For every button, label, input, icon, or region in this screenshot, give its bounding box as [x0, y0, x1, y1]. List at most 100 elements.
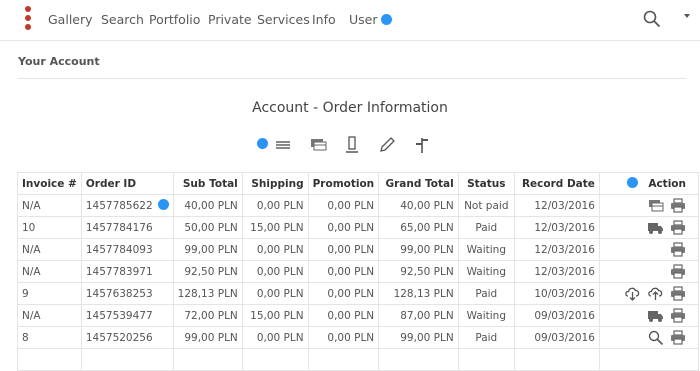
table-row[interactable]: N/A 1457785622 40,00 PLN 0,00 PLN 0,00 PLN 40… [17, 194, 700, 217]
table-row[interactable]: N/A 1457539477 72,00 PLN 15,00 PLN 0,00 PLN 8… [17, 304, 700, 327]
cell-order-id-text: 1457785622 [85, 200, 153, 212]
cell-record-date: 10/03/2016 [513, 282, 600, 305]
cell-record-date-text: 12/03/2016 [534, 243, 595, 256]
orders-table: Invoice # Order ID Sub Total Shipping Pr… [17, 172, 700, 371]
cell-actions [598, 282, 700, 305]
nav-gallery[interactable]: Gallery [48, 12, 93, 27]
printer-icon[interactable] [670, 242, 686, 257]
col-record-date[interactable]: Record Date [513, 172, 600, 195]
cell-promotion-text: 0,00 PLN [327, 221, 375, 234]
cell-invoice: 9 [17, 282, 82, 305]
cell-promotion-text: 0,00 PLN [327, 287, 375, 300]
printer-icon[interactable] [670, 220, 686, 235]
col-promotion[interactable]: Promotion [307, 172, 380, 195]
chevron-down-icon[interactable] [684, 14, 690, 18]
table-row[interactable] [17, 348, 700, 371]
list-icon[interactable] [274, 135, 292, 155]
col-order-id[interactable]: Order ID [80, 172, 174, 195]
nav-info[interactable]: Info [312, 12, 336, 27]
nav-user[interactable]: User [349, 12, 393, 27]
col-shipping[interactable]: Shipping [241, 172, 309, 195]
table-row[interactable]: 10 1457784176 50,00 PLN 15,00 PLN 0,00 PLN 65… [17, 216, 700, 239]
nav-portfolio[interactable]: Portfolio [149, 12, 200, 27]
cell-shipping-text: 15,00 PLN [250, 221, 304, 234]
cell-invoice-text: N/A [22, 243, 41, 256]
cell-order-id: 1457784176 [80, 216, 174, 239]
cloud-upload-icon[interactable] [647, 286, 664, 301]
card-icon[interactable] [648, 198, 664, 213]
printer-icon[interactable] [670, 198, 686, 213]
table-row[interactable]: N/A 1457784093 99,00 PLN 0,00 PLN 0,00 PLN 99… [17, 238, 700, 261]
action-dot [627, 177, 639, 188]
cell-grand-total-text: 65,00 PLN [400, 221, 454, 234]
cell-actions [598, 260, 700, 283]
search-icon[interactable] [648, 330, 664, 346]
cell-shipping: 15,00 PLN [241, 216, 309, 239]
cell-shipping-text: 0,00 PLN [256, 199, 304, 212]
cell-record-date: 12/03/2016 [513, 260, 600, 283]
printer-icon[interactable] [670, 330, 686, 345]
cell-sub-total-text: 99,00 PLN [184, 243, 238, 256]
cell-status: Waiting [457, 260, 515, 283]
cell-shipping-text: 0,00 PLN [256, 287, 304, 300]
cell-promotion: 0,00 PLN [307, 326, 380, 349]
col-grand-total[interactable]: Grand Total [378, 172, 459, 195]
cell-shipping-text: 0,00 PLN [256, 331, 304, 344]
cell-order-id: 1457520256 [80, 326, 174, 349]
cell-sub-total-text: 92,50 PLN [184, 265, 238, 278]
printer-icon[interactable] [670, 264, 686, 279]
top-navbar: Gallery Search Portfolio Private Service… [0, 0, 700, 41]
card-icon[interactable] [310, 135, 328, 155]
nav-services[interactable]: Services [257, 12, 310, 27]
phone-icon[interactable] [344, 135, 360, 155]
signpost-icon[interactable] [413, 135, 431, 155]
cell-promotion: 0,00 PLN [307, 260, 380, 283]
cell-invoice-text: 10 [22, 221, 36, 234]
table-row[interactable]: 9 1457638253 128,13 PLN 0,00 PLN 0,00 PLN 128… [17, 282, 700, 305]
printer-icon[interactable] [670, 286, 686, 301]
cloud-download-icon[interactable] [624, 286, 641, 301]
cell-promotion: 0,00 PLN [307, 194, 380, 217]
nav-private[interactable]: Private [208, 12, 252, 27]
cell-shipping: 15,00 PLN [241, 304, 309, 327]
cell-order-id: 1457783971 [80, 260, 174, 283]
cell-shipping: 0,00 PLN [241, 238, 309, 261]
cell-record-date: 12/03/2016 [513, 216, 600, 239]
col-sub-total[interactable]: Sub Total [172, 172, 243, 195]
cell-invoice: N/A [17, 238, 82, 261]
cell-shipping: 0,00 PLN [241, 282, 309, 305]
table-row[interactable]: N/A 1457783971 92,50 PLN 0,00 PLN 0,00 PLN 92… [17, 260, 700, 283]
truck-icon[interactable] [647, 308, 664, 323]
cell-actions [598, 238, 700, 261]
cell-status-text: Waiting [466, 309, 506, 322]
printer-icon[interactable] [670, 308, 686, 323]
active-view-dot [257, 138, 268, 149]
col-invoice[interactable]: Invoice # [17, 172, 82, 195]
cell-shipping-text: 0,00 PLN [256, 243, 304, 256]
cell-record-date-text: 10/03/2016 [534, 287, 595, 300]
cell-sub-total-text: 40,00 PLN [184, 199, 238, 212]
col-status[interactable]: Status [457, 172, 515, 195]
cell-sub-total: 40,00 PLN [172, 194, 243, 217]
cell-order-id: 1457784093 [80, 238, 174, 261]
nav-search[interactable]: Search [101, 12, 144, 27]
cell-grand-total: 65,00 PLN [378, 216, 459, 239]
cell-actions [598, 326, 700, 349]
table-row[interactable]: 8 1457520256 99,00 PLN 0,00 PLN 0,00 PLN 99,0… [17, 326, 700, 349]
cell-invoice-text: 8 [22, 331, 29, 344]
cell-grand-total-text: 40,00 PLN [400, 199, 454, 212]
cell-order-id-text: 1457784176 [85, 221, 153, 234]
cell-record-date: 09/03/2016 [513, 326, 600, 349]
pencil-icon[interactable] [378, 135, 396, 155]
cell-sub-total: 99,00 PLN [172, 326, 243, 349]
search-icon[interactable] [643, 10, 661, 28]
cell-order-id-text: 1457783971 [85, 265, 153, 278]
cell-promotion-text: 0,00 PLN [327, 265, 375, 278]
cell-grand-total-text: 128,13 PLN [393, 287, 454, 300]
cell-promotion-text: 0,00 PLN [327, 199, 375, 212]
cell-sub-total: 50,00 PLN [172, 216, 243, 239]
cell-status-text: Waiting [466, 243, 506, 256]
truck-icon[interactable] [647, 220, 664, 235]
cell-shipping: 0,00 PLN [241, 326, 309, 349]
logo-icon[interactable] [23, 6, 33, 32]
